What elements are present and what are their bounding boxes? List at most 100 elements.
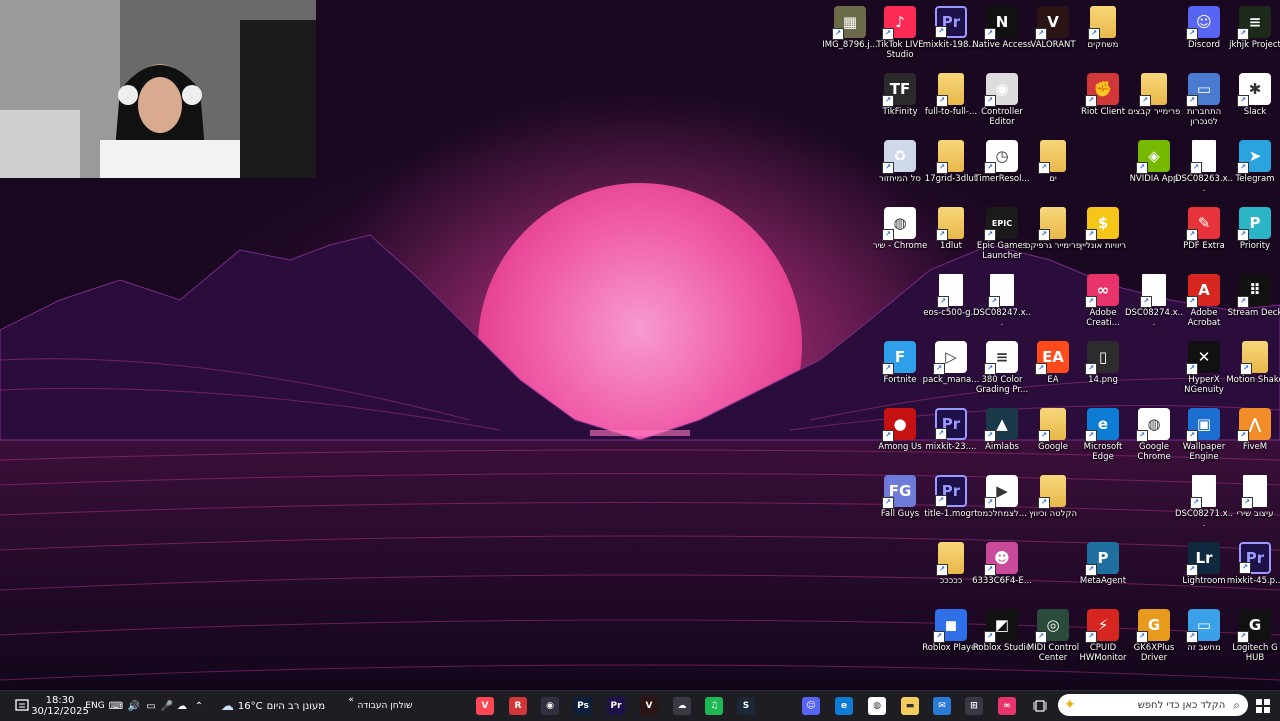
- obs-app-taskbar-button[interactable]: ◉: [539, 691, 561, 721]
- spotify-app-taskbar-button[interactable]: ♫: [703, 691, 725, 721]
- notification-icon[interactable]: [12, 691, 32, 721]
- desktop-icon[interactable]: ↗ DSC08274.x...: [1125, 274, 1183, 340]
- desktop-icon-label: mixkit-45.p...: [1226, 576, 1280, 586]
- desktop-icon[interactable]: Pr ↗ mixkit-198....: [923, 6, 979, 72]
- desktop-icon[interactable]: ≡ ↗ jkhjk Project: [1229, 6, 1280, 72]
- desktop-icon[interactable]: ⋀ ↗ FiveM: [1229, 408, 1280, 474]
- desktop-icon[interactable]: P ↗ MetaAgent: [1077, 542, 1129, 608]
- desktop-icon[interactable]: A ↗ Adobe Acrobat: [1178, 274, 1230, 340]
- network-icon[interactable]: ▭: [144, 691, 158, 721]
- desktop-icon[interactable]: ✱ ↗ Slack: [1229, 73, 1280, 139]
- desktop-toolbar-label[interactable]: שולחן העבודה: [356, 691, 414, 721]
- desktop-icon[interactable]: ↗ eos-c500-g...: [923, 274, 979, 340]
- desktop-icon[interactable]: ◍ ↗ Google Chrome: [1128, 408, 1180, 474]
- taskbar-search-box[interactable]: ⌕ הקלד כאן כדי לחפש ✦: [1058, 694, 1248, 716]
- desktop-icon[interactable]: P ↗ Priority: [1229, 207, 1280, 273]
- desktop-icon[interactable]: ◷ ↗ TimerResol...: [974, 140, 1030, 206]
- desktop-icon[interactable]: G ↗ GK6XPlus Driver: [1128, 609, 1180, 675]
- desktop-icon[interactable]: F ↗ Fortnite: [874, 341, 926, 407]
- desktop-icon[interactable]: ⚡ ↗ CPUID HWMonitor: [1077, 609, 1129, 675]
- desktop-icon[interactable]: ↗ עיצוב שירי: [1229, 475, 1280, 541]
- desktop-icon[interactable]: ▣ ↗ Wallpaper Engine: [1178, 408, 1230, 474]
- desktop-icon[interactable]: ∞ ↗ Adobe Creati...: [1077, 274, 1129, 340]
- desktop-icon[interactable]: EPIC ↗ Epic Games Launcher: [976, 207, 1028, 273]
- desktop-icon[interactable]: $ ↗ ריוויות אונליין: [1077, 207, 1129, 273]
- desktop-icon[interactable]: ↗ Google: [1027, 408, 1079, 474]
- keyboard-icon[interactable]: ⌨: [108, 691, 124, 721]
- windows-start-icon[interactable]: [1254, 691, 1272, 721]
- desktop-icon[interactable]: G ↗ Logitech G HUB: [1229, 609, 1280, 675]
- desktop-icon[interactable]: ◎ ↗ MIDI Control Center: [1027, 609, 1079, 675]
- desktop-icon[interactable]: ↗ הקלטה וכיווץ: [1027, 475, 1079, 541]
- desktop-icon[interactable]: ↗ ים: [1027, 140, 1079, 206]
- valorant-app-taskbar-button[interactable]: V: [474, 691, 496, 721]
- desktop-icon[interactable]: ▶ ↗ לצמחלכמס...: [976, 475, 1028, 541]
- language-indicator[interactable]: ENG: [85, 691, 104, 721]
- photoshop-app-taskbar-button[interactable]: Ps: [572, 691, 594, 721]
- file-explorer-app-taskbar-button[interactable]: ▬: [899, 691, 921, 721]
- desktop-icon[interactable]: ↗ פרימייר גרפיקס: [1025, 207, 1081, 273]
- desktop-icon[interactable]: ↗ משחקים: [1077, 6, 1129, 72]
- desktop-icon[interactable]: N ↗ Native Access: [972, 6, 1032, 72]
- creative-cloud-app-taskbar-button[interactable]: ∞: [996, 691, 1018, 721]
- desktop-icon[interactable]: ▯ ↗ 14.png: [1077, 341, 1129, 407]
- desktop-icon[interactable]: ▲ ↗ Aimlabs: [976, 408, 1028, 474]
- desktop-icon[interactable]: ↗ Motion Shake: [1226, 341, 1280, 407]
- edge-app-taskbar-button[interactable]: e: [833, 691, 855, 721]
- desktop-icon[interactable]: V ↗ VALORANT: [1027, 6, 1079, 72]
- desktop-icon[interactable]: Lr ↗ Lightroom: [1178, 542, 1230, 608]
- desktop-icon[interactable]: e ↗ Microsoft Edge: [1077, 408, 1129, 474]
- desktop-icon[interactable]: ▦ ↗ IMG_8796.j...: [822, 6, 878, 72]
- desktop-icon[interactable]: ● ↗ Among Us: [874, 408, 926, 474]
- desktop-icon[interactable]: ✊ ↗ Riot Client: [1077, 73, 1129, 139]
- desktop-icon[interactable]: ↗ DSC08271.x...: [1175, 475, 1233, 541]
- steam-app-taskbar-button[interactable]: S: [735, 691, 757, 721]
- desktop-icon[interactable]: ◍ ↗ שיר - Chrome: [873, 207, 927, 273]
- desktop-icon[interactable]: EA ↗ EA: [1027, 341, 1079, 407]
- desktop-icon[interactable]: Pr ↗ mixkit-23....: [925, 408, 977, 474]
- desktop-icon[interactable]: ☺ ↗ Discord: [1178, 6, 1230, 72]
- riot-client-app-taskbar-button[interactable]: R: [507, 691, 529, 721]
- desktop-icon[interactable]: ⠿ ↗ Stream Deck: [1228, 274, 1280, 340]
- valorant-app-2-taskbar-button[interactable]: V: [638, 691, 660, 721]
- desktop-icon[interactable]: ◉ ↗ Controller Editor: [976, 73, 1028, 139]
- task-view-icon[interactable]: [1030, 691, 1050, 721]
- desktop-icon[interactable]: ↗ DSC08247.x...: [973, 274, 1031, 340]
- desktop-icon[interactable]: ✎ ↗ PDF Extra: [1178, 207, 1230, 273]
- store-app-taskbar-button[interactable]: ⊞: [963, 691, 985, 721]
- desktop-icon[interactable]: ↗ 1dlut: [925, 207, 977, 273]
- chrome-app-taskbar-button[interactable]: ◍: [866, 691, 888, 721]
- desktop-icon[interactable]: ≡ ↗ 380 Color Grading Pr...: [976, 341, 1028, 407]
- desktop-icon[interactable]: ☻ ↗ 6333C6F4-E...: [972, 542, 1032, 608]
- desktop-icon[interactable]: Pr ↗ title-1.mogrt: [924, 475, 978, 541]
- desktop-icon-label: 6333C6F4-E...: [972, 576, 1032, 586]
- premiere-app-taskbar-button[interactable]: Pr: [605, 691, 627, 721]
- clock[interactable]: 18:30 30/12/2025: [31, 691, 89, 721]
- desktop-icon[interactable]: ➤ ↗ Telegram: [1229, 140, 1280, 206]
- microphone-icon[interactable]: 🎤: [161, 691, 173, 721]
- desktop-icon[interactable]: ✕ ↗ HyperX NGenuity: [1178, 341, 1230, 407]
- discord-app-taskbar-button[interactable]: ☺: [800, 691, 822, 721]
- desktop-icon[interactable]: ♻ ↗ סל המיחזור: [874, 140, 926, 206]
- desktop-icon[interactable]: Pr ↗ mixkit-45.p...: [1227, 542, 1280, 608]
- desktop-icon[interactable]: ♪ ↗ TikTok LIVE Studio: [874, 6, 926, 72]
- desktop-icon[interactable]: TF ↗ TikFinity: [874, 73, 926, 139]
- desktop-icon[interactable]: ↗ כככככ: [925, 542, 977, 608]
- desktop-icon[interactable]: ▭ ↗ התחברות לסנכרון: [1178, 73, 1230, 139]
- desktop-icon[interactable]: ↗ פרימייר קבצים: [1128, 73, 1180, 139]
- desktop-icon[interactable]: ▭ ↗ מחשב זה: [1178, 609, 1230, 675]
- desktop-icon[interactable]: ↗ 17grid-3dlut: [925, 140, 977, 206]
- desktop-icon[interactable]: ◼ ↗ Roblox Player: [922, 609, 980, 675]
- desktop-icon[interactable]: ↗ DSC08263.x...: [1175, 140, 1233, 206]
- desktop-icon[interactable]: ◩ ↗ Roblox Studio: [973, 609, 1031, 675]
- app-cloud-taskbar-button[interactable]: ☁: [671, 691, 693, 721]
- desktop-icon[interactable]: ↗ full-to-full-...: [925, 73, 977, 139]
- mail-app-taskbar-button[interactable]: ✉: [931, 691, 953, 721]
- desktop-icon[interactable]: ◈ ↗ NVIDIA App: [1128, 140, 1180, 206]
- desktop-icon[interactable]: FG ↗ Fall Guys: [874, 475, 926, 541]
- desktop-icon[interactable]: ▷ ↗ pack_mana...: [923, 341, 979, 407]
- weather-widget[interactable]: ☁ 16°C מעונן רב היום: [218, 691, 328, 721]
- volume-icon[interactable]: 🔊: [127, 691, 141, 721]
- chevron-up-icon[interactable]: ⌃: [192, 691, 206, 721]
- onedrive-icon[interactable]: ☁: [175, 691, 189, 721]
